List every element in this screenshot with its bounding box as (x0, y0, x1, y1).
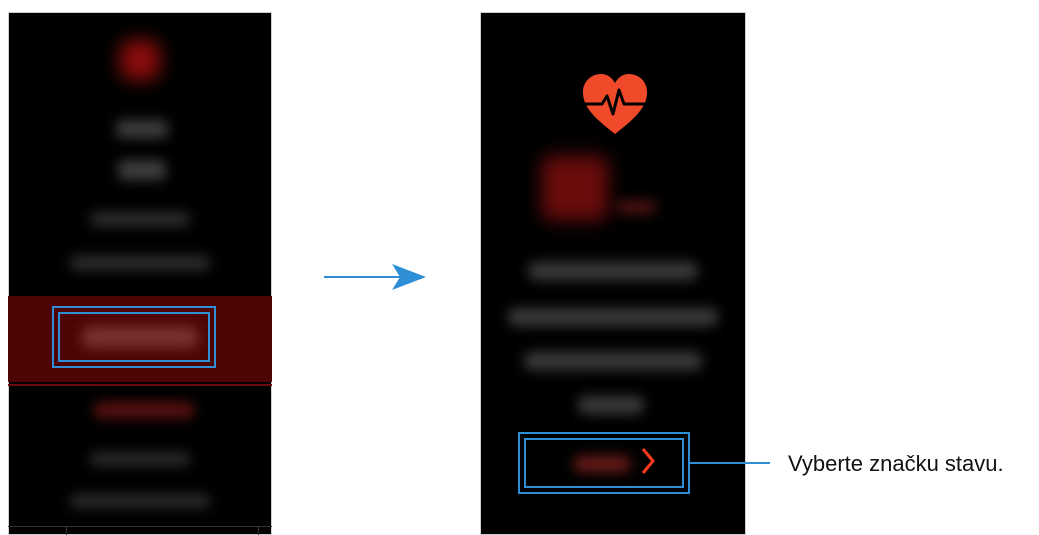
highlight-box-inner (58, 312, 210, 362)
watch-screen-after (480, 12, 746, 535)
divider (8, 384, 272, 386)
blurred-text (90, 452, 190, 466)
blurred-unit (616, 200, 656, 214)
blurred-status-text (578, 396, 644, 414)
heart-pulse-icon (580, 72, 650, 136)
blurred-text (70, 494, 210, 508)
blurred-status-text (524, 352, 702, 370)
transition-arrow (322, 262, 432, 292)
blurred-red-text (94, 402, 194, 418)
blurred-text (90, 212, 190, 226)
bottom-divider (8, 526, 272, 527)
arrow-right-icon (324, 264, 426, 290)
callout-line (690, 462, 770, 464)
blurred-status-text (508, 308, 718, 326)
blurred-text (70, 256, 210, 270)
bottom-tick (66, 526, 67, 535)
blurred-text (118, 160, 166, 180)
watch-screen-before (8, 12, 272, 535)
blurred-text (116, 120, 168, 138)
heart-icon-blurred (120, 40, 160, 80)
callout-text: Vyberte značku stavu. (788, 451, 1004, 476)
blurred-status-text (528, 262, 698, 280)
status-tag-highlight-inner (524, 438, 684, 488)
blurred-heart-rate-value (542, 156, 608, 220)
bottom-tick (258, 526, 259, 535)
